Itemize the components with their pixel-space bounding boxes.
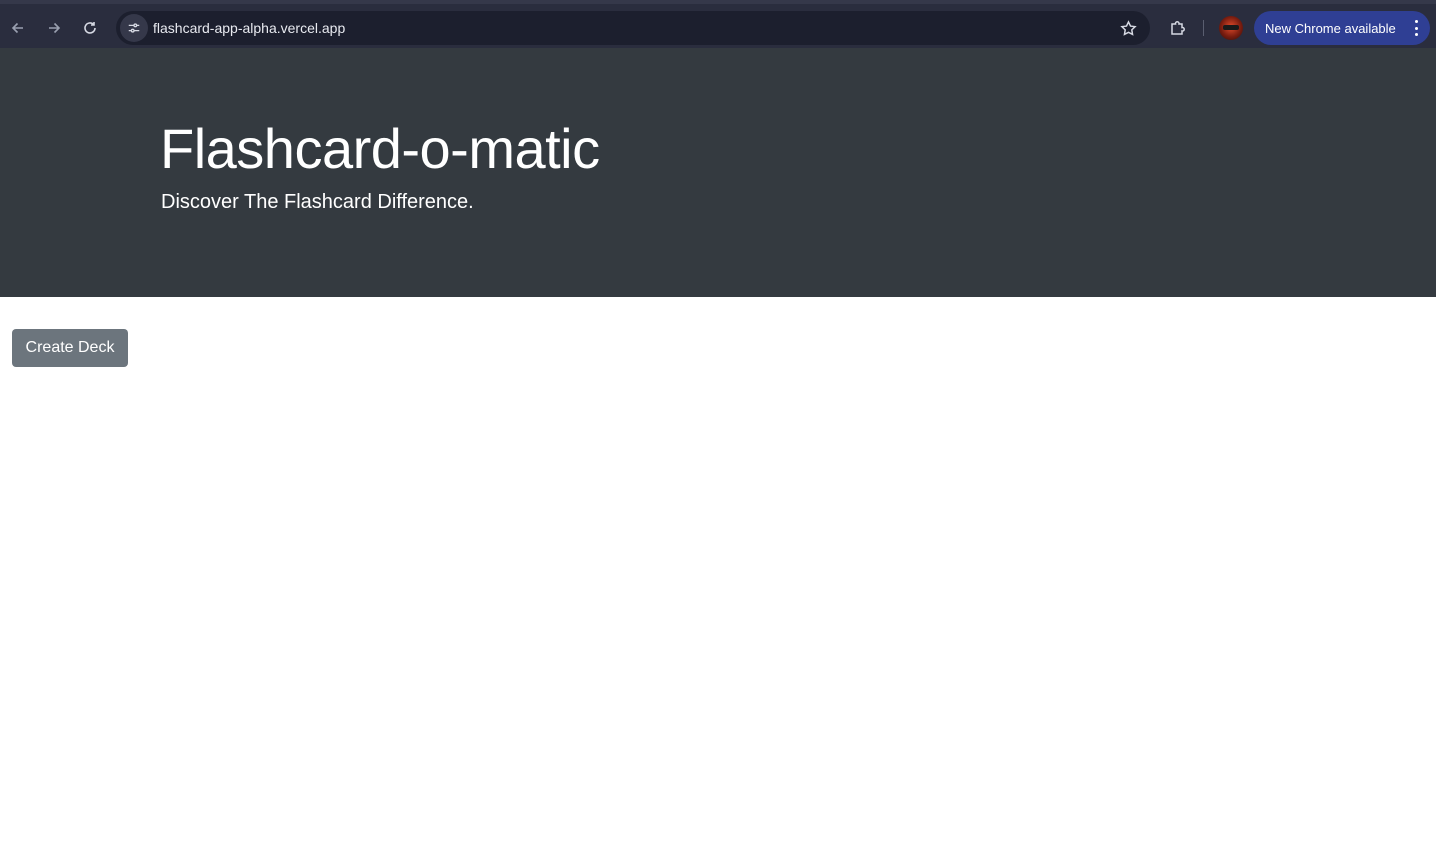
reload-icon [84,22,96,34]
kebab-icon[interactable] [1412,20,1420,36]
profile-avatar[interactable] [1219,16,1243,40]
reload-button[interactable] [72,10,108,46]
arrow-right-icon [49,22,61,34]
page-header: Flashcard-o-matic Discover The Flashcard… [0,48,1436,297]
update-label: New Chrome available [1265,21,1396,36]
forward-button[interactable] [36,10,72,46]
extensions-button[interactable] [1164,14,1192,42]
page-subtitle: Discover The Flashcard Difference. [161,191,474,213]
arrow-left-icon [11,22,23,34]
site-info-button[interactable] [120,14,148,42]
toolbar-divider [1203,20,1204,36]
back-button[interactable] [0,10,36,46]
puzzle-icon [1171,21,1185,35]
new-chrome-available-button[interactable]: New Chrome available [1254,11,1430,45]
page-title: Flashcard-o-matic [160,117,600,180]
bookmark-button[interactable] [1118,18,1138,38]
create-deck-button[interactable]: Create Deck [12,329,128,367]
address-bar[interactable]: flashcard-app-alpha.vercel.app [116,11,1150,45]
url-text[interactable]: flashcard-app-alpha.vercel.app [153,20,345,36]
browser-toolbar: flashcard-app-alpha.vercel.app New Chrom… [0,0,1436,48]
star-icon [1119,19,1137,36]
tune-icon [128,23,140,33]
